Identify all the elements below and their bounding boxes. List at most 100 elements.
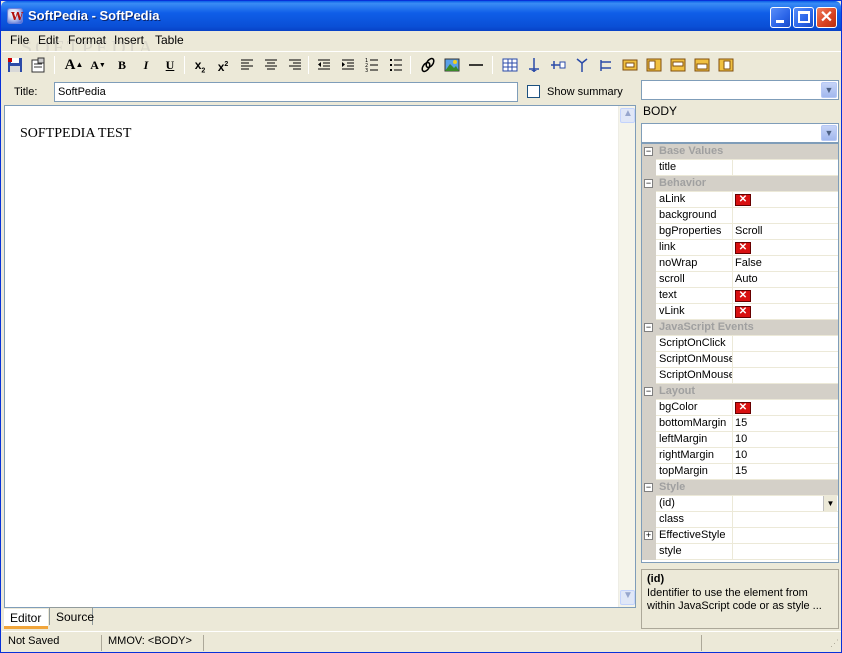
column-divider[interactable] bbox=[732, 336, 733, 352]
indent-icon[interactable] bbox=[338, 55, 358, 75]
property-name[interactable]: (id) bbox=[659, 497, 732, 509]
table-props-3-icon[interactable] bbox=[692, 55, 712, 75]
property-name[interactable]: noWrap bbox=[659, 257, 732, 269]
collapse-icon[interactable]: − bbox=[644, 483, 653, 492]
save-icon[interactable] bbox=[5, 55, 25, 75]
color-empty-icon[interactable]: ✕ bbox=[735, 290, 751, 302]
editor-area[interactable]: SOFTPEDIA TEST ▲ ▼ bbox=[4, 105, 636, 608]
property-name[interactable]: text bbox=[659, 289, 732, 301]
column-divider[interactable] bbox=[732, 192, 733, 208]
align-right-icon[interactable] bbox=[285, 55, 305, 75]
property-category[interactable]: − Style bbox=[642, 480, 838, 496]
property-name[interactable]: bgProperties bbox=[659, 225, 732, 237]
column-divider[interactable] bbox=[732, 352, 733, 368]
column-divider[interactable] bbox=[732, 416, 733, 432]
property-row[interactable]: noWrap False bbox=[642, 256, 838, 272]
font-grow-icon[interactable]: A▲ bbox=[64, 55, 84, 75]
property-row[interactable]: + EffectiveStyle bbox=[642, 528, 838, 544]
align-center-icon[interactable] bbox=[261, 55, 281, 75]
close-button[interactable]: ✕ bbox=[816, 7, 837, 28]
property-row[interactable]: background bbox=[642, 208, 838, 224]
scroll-up-button[interactable]: ▲ bbox=[620, 108, 635, 123]
property-value[interactable]: 10 bbox=[735, 449, 747, 461]
property-row[interactable]: title bbox=[642, 160, 838, 176]
column-divider[interactable] bbox=[732, 544, 733, 560]
property-row[interactable]: ScriptOnClick bbox=[642, 336, 838, 352]
insert-column-icon[interactable] bbox=[524, 55, 544, 75]
property-row[interactable]: (id) ▼ bbox=[642, 496, 838, 512]
property-row[interactable]: ScriptOnMouse bbox=[642, 368, 838, 384]
property-name[interactable]: class bbox=[659, 513, 732, 525]
title-bar[interactable]: W SoftPedia - SoftPedia ✕ bbox=[1, 1, 841, 31]
property-row[interactable]: bgProperties Scroll bbox=[642, 224, 838, 240]
expand-icon[interactable]: + bbox=[644, 531, 653, 540]
property-name[interactable]: vLink bbox=[659, 305, 732, 317]
property-row[interactable]: link ✕ bbox=[642, 240, 838, 256]
property-row[interactable]: aLink ✕ bbox=[642, 192, 838, 208]
properties-icon[interactable] bbox=[28, 55, 48, 75]
column-divider[interactable] bbox=[732, 432, 733, 448]
image-icon[interactable] bbox=[442, 55, 462, 75]
minimize-button[interactable] bbox=[770, 7, 791, 28]
property-name[interactable]: scroll bbox=[659, 273, 732, 285]
menu-edit[interactable]: Edit bbox=[38, 33, 59, 47]
table-props-4-icon[interactable] bbox=[716, 55, 736, 75]
menu-table[interactable]: Table bbox=[155, 33, 184, 47]
property-row[interactable]: ScriptOnMouse bbox=[642, 352, 838, 368]
horizontal-rule-icon[interactable] bbox=[466, 55, 486, 75]
column-divider[interactable] bbox=[732, 256, 733, 272]
property-category[interactable]: − Behavior bbox=[642, 176, 838, 192]
column-divider[interactable] bbox=[732, 304, 733, 320]
unordered-list-icon[interactable] bbox=[386, 55, 406, 75]
column-divider[interactable] bbox=[732, 272, 733, 288]
property-name[interactable]: topMargin bbox=[659, 465, 732, 477]
property-value[interactable]: 10 bbox=[735, 433, 747, 445]
property-name[interactable]: ScriptOnMouse bbox=[659, 353, 732, 365]
property-value[interactable]: 15 bbox=[735, 465, 747, 477]
table-icon[interactable] bbox=[500, 55, 520, 75]
property-row[interactable]: style bbox=[642, 544, 838, 560]
scroll-down-button[interactable]: ▼ bbox=[620, 590, 635, 605]
insert-row-icon[interactable] bbox=[548, 55, 568, 75]
editor-content[interactable]: SOFTPEDIA TEST bbox=[20, 126, 131, 142]
subscript-icon[interactable]: x2 bbox=[190, 55, 210, 75]
top-dropdown[interactable]: ▼ bbox=[641, 80, 839, 100]
column-divider[interactable] bbox=[732, 496, 733, 512]
split-cells-icon[interactable] bbox=[596, 55, 616, 75]
property-name[interactable]: aLink bbox=[659, 193, 732, 205]
tab-source[interactable]: Source bbox=[49, 607, 94, 625]
property-row[interactable]: rightMargin 10 bbox=[642, 448, 838, 464]
property-value[interactable]: Auto bbox=[735, 273, 758, 285]
property-row[interactable]: bottomMargin 15 bbox=[642, 416, 838, 432]
element-dropdown[interactable]: ▼ bbox=[641, 123, 839, 143]
property-name[interactable]: EffectiveStyle bbox=[659, 529, 732, 541]
property-row[interactable]: topMargin 15 bbox=[642, 464, 838, 480]
menu-insert[interactable]: Insert bbox=[114, 33, 144, 47]
property-value[interactable]: 15 bbox=[735, 417, 747, 429]
superscript-icon[interactable]: x2 bbox=[213, 55, 233, 75]
show-summary-checkbox[interactable] bbox=[527, 85, 540, 98]
property-name[interactable]: link bbox=[659, 241, 732, 253]
property-row[interactable]: vLink ✕ bbox=[642, 304, 838, 320]
property-row[interactable]: scroll Auto bbox=[642, 272, 838, 288]
resize-grip-icon[interactable]: ⋰ bbox=[830, 638, 839, 649]
collapse-icon[interactable]: − bbox=[644, 323, 653, 332]
ordered-list-icon[interactable]: 123 bbox=[362, 55, 382, 75]
property-name[interactable]: style bbox=[659, 545, 732, 557]
property-name[interactable]: ScriptOnMouse bbox=[659, 369, 732, 381]
property-row[interactable]: leftMargin 10 bbox=[642, 432, 838, 448]
italic-icon[interactable]: I bbox=[136, 55, 156, 75]
property-category[interactable]: − JavaScript Events bbox=[642, 320, 838, 336]
app-icon[interactable]: W bbox=[7, 8, 23, 24]
color-empty-icon[interactable]: ✕ bbox=[735, 242, 751, 254]
property-name[interactable]: title bbox=[659, 161, 732, 173]
tab-editor[interactable]: Editor bbox=[4, 609, 48, 629]
menu-file[interactable]: File bbox=[10, 33, 29, 47]
color-empty-icon[interactable]: ✕ bbox=[735, 194, 751, 206]
chevron-down-icon[interactable]: ▼ bbox=[821, 125, 837, 141]
property-row[interactable]: bgColor ✕ bbox=[642, 400, 838, 416]
column-divider[interactable] bbox=[732, 448, 733, 464]
align-left-icon[interactable] bbox=[237, 55, 257, 75]
bold-icon[interactable]: B bbox=[112, 55, 132, 75]
column-divider[interactable] bbox=[732, 528, 733, 544]
